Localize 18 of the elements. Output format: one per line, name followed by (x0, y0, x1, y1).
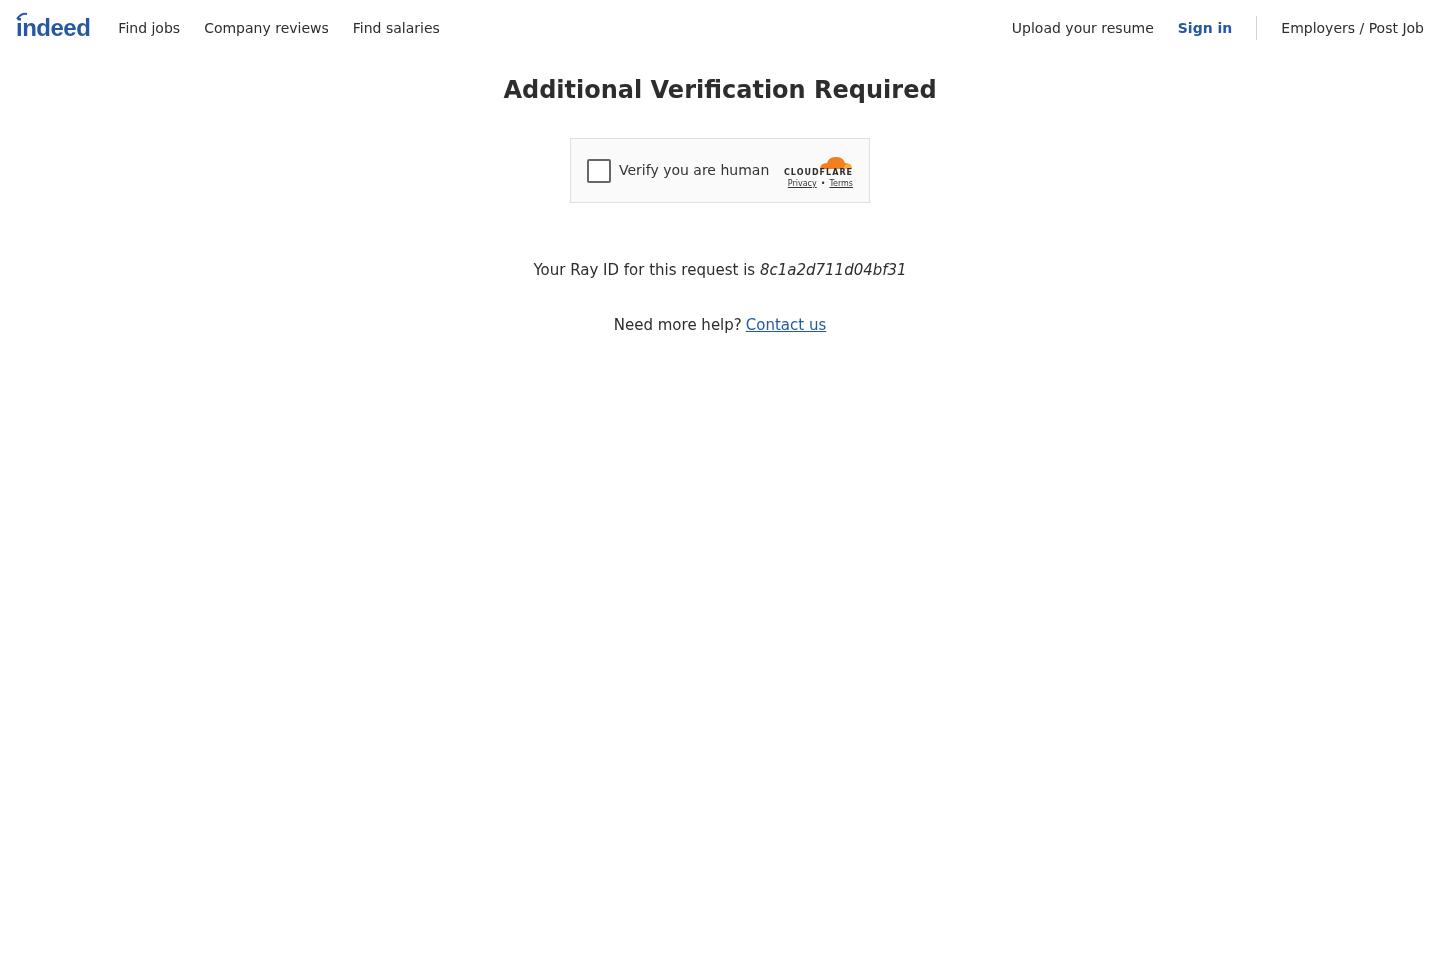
page-title: Additional Verification Required (503, 75, 937, 106)
nav-link[interactable]: Find jobs (118, 17, 181, 39)
arc-icon (16, 12, 28, 20)
ray-id-text: Your Ray ID for this request is 8c1a2d711d04bf31 (533, 260, 907, 281)
nav-link[interactable]: Employers / Post Job (1281, 17, 1424, 39)
brand-name: CLOUDFLARE (784, 169, 853, 177)
nav-link[interactable]: Company reviews (204, 17, 329, 39)
sign-in-link[interactable]: Sign in (1177, 17, 1233, 39)
nav-link[interactable]: Upload your resume (1011, 17, 1154, 39)
nav-link[interactable]: Find salaries (352, 17, 440, 39)
separator-dot: • (820, 180, 826, 188)
checkbox-label: Verify you are human (619, 161, 770, 180)
checkbox[interactable] (587, 158, 611, 183)
terms-link[interactable]: Terms (829, 180, 853, 188)
privacy-link[interactable]: Privacy (787, 180, 817, 188)
logo[interactable]: indeed (16, 16, 95, 40)
help-text: Need more help? (613, 314, 742, 336)
contact-link[interactable]: Contact us (745, 313, 827, 336)
